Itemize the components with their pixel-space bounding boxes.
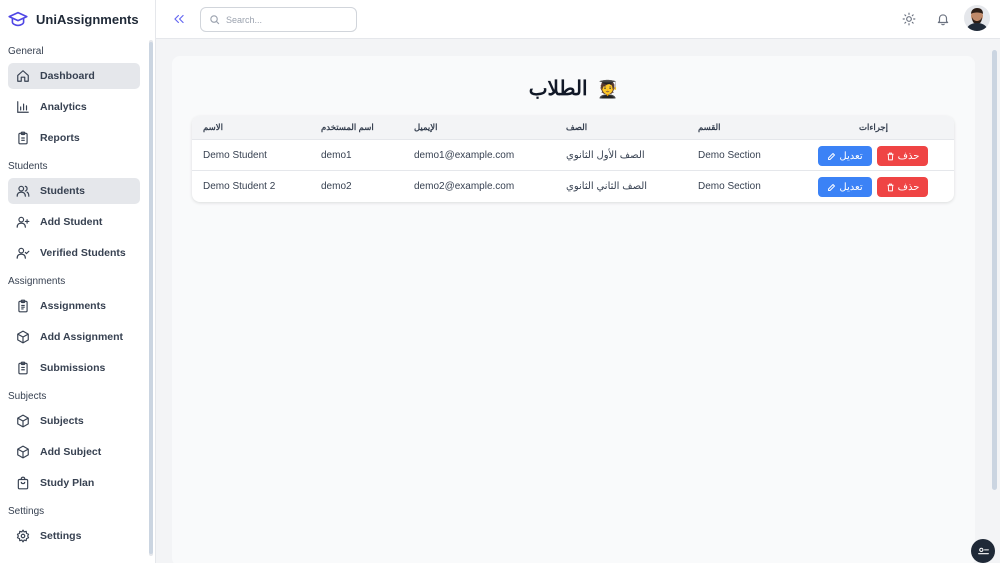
sidebar-item-label: Submissions <box>40 362 106 374</box>
home-icon <box>17 70 29 82</box>
box-plus-icon <box>17 445 29 459</box>
sidebar-scrollbar-thumb[interactable] <box>149 42 153 554</box>
delete-button-label: حذف <box>897 181 920 193</box>
top-header <box>156 0 1000 39</box>
sidebar-item-add-subject[interactable]: Add Subject <box>8 439 140 465</box>
clipboard-list-icon <box>18 299 28 313</box>
cell-name: Demo Student <box>203 149 267 161</box>
sidebar-item-reports[interactable]: Reports <box>8 125 140 151</box>
cell-username: demo1 <box>321 149 352 161</box>
cell-section: Demo Section <box>698 149 761 161</box>
clipboard-icon <box>18 131 28 145</box>
shopping-bag-icon <box>17 476 29 490</box>
delete-button[interactable]: حذف <box>877 177 928 197</box>
main-content-card: الطلاب 🧑‍🎓 الاسم اسم المستخدم الإيميل ال… <box>172 56 975 563</box>
edit-button-label: تعديل <box>839 150 863 162</box>
pencil-icon <box>828 152 836 160</box>
sidebar-item-label: Reports <box>40 132 80 144</box>
cell-username: demo2 <box>321 180 352 192</box>
search-input[interactable] <box>226 14 346 25</box>
sidebar-item-study-plan[interactable]: Study Plan <box>8 470 140 496</box>
sidebar-item-label: Add Assignment <box>40 331 124 343</box>
table-row: Demo Student demo1 demo1@example.com الص… <box>192 139 954 170</box>
sidebar-scrollbar[interactable] <box>149 40 153 556</box>
sidebar-item-analytics[interactable]: Analytics <box>8 94 140 120</box>
trash-icon <box>887 152 894 160</box>
sidebar-nav: General Dashboard Analytics Reports Stud… <box>0 40 148 563</box>
search-icon <box>210 15 220 25</box>
header-actions: إجراءات <box>859 122 889 132</box>
sidebar-item-settings[interactable]: Settings <box>8 523 140 549</box>
pencil-icon <box>828 183 836 191</box>
delete-button-label: حذف <box>897 150 920 162</box>
sidebar: UniAssignments General Dashboard Analyti… <box>0 0 156 563</box>
gear-icon <box>16 529 30 543</box>
cell-class: الصف الثاني الثانوي <box>566 180 648 192</box>
sidebar-item-label: Students <box>40 185 85 197</box>
sidebar-item-label: Assignments <box>40 300 106 312</box>
edit-button[interactable]: تعديل <box>818 177 872 197</box>
header-username: اسم المستخدم <box>321 122 374 132</box>
sidebar-item-label: Dashboard <box>40 70 95 82</box>
sidebar-item-label: Add Subject <box>40 446 102 458</box>
table-header: الاسم اسم المستخدم الإيميل الصف القسم إج… <box>192 116 954 139</box>
user-avatar-image <box>964 5 990 31</box>
user-plus-icon <box>16 216 30 228</box>
section-title-students: Students <box>8 161 48 172</box>
section-title-settings: Settings <box>8 506 45 517</box>
floating-menu-button[interactable] <box>971 539 995 563</box>
header-class: الصف <box>566 122 588 132</box>
edit-button[interactable]: تعديل <box>818 146 872 166</box>
cell-section: Demo Section <box>698 180 761 192</box>
sidebar-item-add-student[interactable]: Add Student <box>8 209 140 235</box>
section-title-subjects: Subjects <box>8 391 47 402</box>
sidebar-item-label: Settings <box>40 530 82 542</box>
table-row: Demo Student 2 demo2 demo2@example.com ا… <box>192 170 954 201</box>
bar-chart-icon <box>17 101 29 113</box>
sidebar-item-add-assignment[interactable]: Add Assignment <box>8 324 140 350</box>
page-title-text: الطلاب <box>528 78 588 100</box>
bell-icon[interactable] <box>936 12 950 26</box>
sidebar-item-assignments[interactable]: Assignments <box>8 293 140 319</box>
header-email: الإيميل <box>414 122 438 132</box>
users-icon <box>16 185 30 197</box>
header-name: الاسم <box>203 122 223 132</box>
sidebar-item-label: Subjects <box>40 415 84 427</box>
menu-toggle-icon <box>977 547 989 554</box>
cell-name: Demo Student 2 <box>203 180 276 192</box>
user-check-icon <box>16 247 30 259</box>
sidebar-item-submissions[interactable]: Submissions <box>8 355 140 381</box>
sidebar-item-label: Study Plan <box>40 477 95 489</box>
section-title-assignments: Assignments <box>8 276 66 287</box>
main-scrollbar[interactable] <box>992 50 997 490</box>
sidebar-item-dashboard[interactable]: Dashboard <box>8 63 140 89</box>
sidebar-item-verified-students[interactable]: Verified Students <box>8 240 140 266</box>
edit-button-label: تعديل <box>839 181 863 193</box>
header-section: القسم <box>698 122 721 132</box>
graduation-cap-icon <box>8 11 28 27</box>
box-plus-icon <box>17 330 29 344</box>
sidebar-item-subjects[interactable]: Subjects <box>8 408 140 434</box>
brand[interactable]: UniAssignments <box>0 0 155 38</box>
cell-email: demo2@example.com <box>414 180 515 192</box>
box-icon <box>17 414 29 428</box>
delete-button[interactable]: حذف <box>877 146 928 166</box>
cell-email: demo1@example.com <box>414 149 515 161</box>
students-table: الاسم اسم المستخدم الإيميل الصف القسم إج… <box>192 116 954 202</box>
sidebar-item-label: Analytics <box>40 101 87 113</box>
avatar[interactable] <box>964 5 990 31</box>
theme-toggle-sun-icon[interactable] <box>902 12 916 26</box>
sidebar-item-students[interactable]: Students <box>8 178 140 204</box>
section-title-general: General <box>8 46 44 57</box>
app-name: UniAssignments <box>36 11 139 27</box>
sidebar-item-label: Add Student <box>40 216 103 228</box>
search-box[interactable] <box>200 7 357 32</box>
collapse-sidebar-icon[interactable] <box>172 12 186 26</box>
student-emoji-icon: 🧑‍🎓 <box>597 80 619 99</box>
trash-icon <box>887 183 894 191</box>
clipboard-check-icon <box>18 361 28 375</box>
sidebar-item-label: Verified Students <box>40 247 126 259</box>
page-title: الطلاب 🧑‍🎓 <box>172 76 975 101</box>
cell-class: الصف الأول الثانوي <box>566 149 645 161</box>
